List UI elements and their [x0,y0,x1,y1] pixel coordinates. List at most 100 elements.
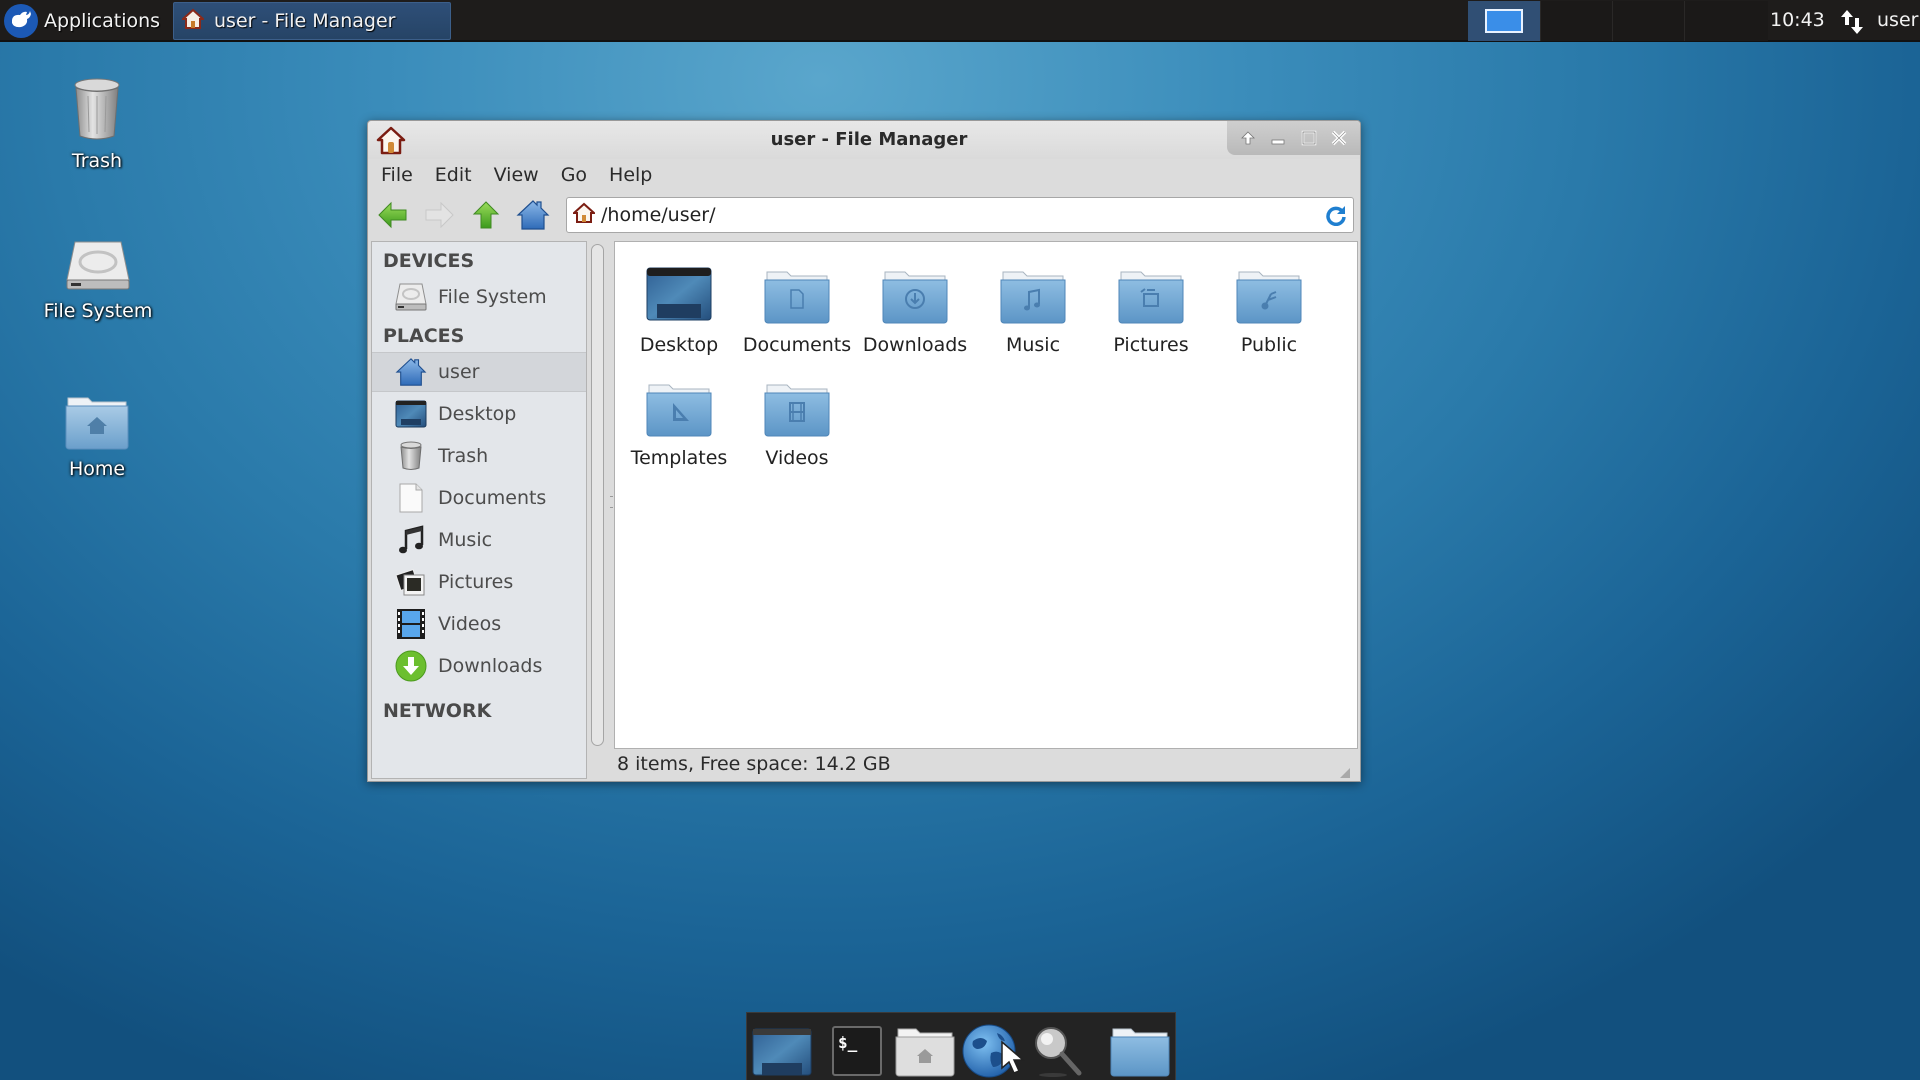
workspace-4-button[interactable] [1684,1,1768,41]
sidebar-scrollbar[interactable] [591,244,604,746]
dock-folder[interactable] [1107,1023,1173,1079]
sidebar-item-music[interactable]: Music [372,520,586,560]
minimize-icon [1271,139,1285,145]
sidebar-heading-devices: DEVICES [383,250,475,272]
sidebar: DEVICES File System PLACES user Desktop … [371,241,587,779]
desktop-icon-trash[interactable]: Trash [27,76,167,172]
file-item-label: Music [1005,334,1061,356]
dock-web-browser[interactable] [959,1023,1019,1079]
trash-icon [74,78,120,140]
file-item-downloads[interactable]: Downloads [856,264,974,356]
pictures-folder-icon [1118,271,1184,324]
videos-folder-icon [764,384,830,437]
sidebar-item-label: Music [438,529,493,551]
file-item-documents[interactable]: Documents [738,264,856,356]
desktop-icon-home[interactable]: Home [27,392,167,480]
sidebar-item-documents[interactable]: Documents [372,478,586,518]
sidebar-item-pictures[interactable]: Pictures [372,562,586,602]
file-view[interactable]: Desktop Documents Downloads Music Pictur… [614,241,1358,749]
sidebar-item-file-system[interactable]: File System [372,277,586,317]
resize-grip-icon[interactable] [1340,763,1350,778]
file-item-templates[interactable]: Templates [620,377,738,469]
network-arrows-icon[interactable] [1840,8,1866,36]
file-item-label: Downloads [862,334,968,356]
file-item-desktop[interactable]: Desktop [620,264,738,356]
home-folder-icon [65,397,129,450]
shade-button[interactable] [1236,126,1260,150]
public-folder-icon [1236,271,1302,324]
sidebar-item-videos[interactable]: Videos [372,604,586,644]
dock-app-finder[interactable] [1027,1023,1087,1079]
hard-drive-icon [66,241,130,290]
taskbar-window-button[interactable]: user - File Manager [173,2,451,40]
magnifier-icon [1035,1027,1082,1077]
download-icon [394,649,428,683]
taskbar-window-label: user - File Manager [214,10,396,32]
sidebar-item-label: Desktop [438,403,517,425]
file-item-label: Videos [765,447,829,469]
reload-button[interactable] [1321,200,1351,230]
back-arrow-icon [378,201,407,229]
status-text: 8 items, Free space: 14.2 GB [617,753,891,775]
globe-icon [962,1024,1016,1078]
toolbar [368,193,1360,237]
file-item-label: Desktop [639,334,719,356]
music-note-icon [394,523,428,557]
terminal-icon: $_ [832,1026,882,1076]
home-folder-icon [895,1028,955,1077]
hard-drive-icon [394,280,428,314]
dock-terminal[interactable]: $_ [827,1023,887,1079]
maximize-button[interactable] [1297,126,1321,150]
sidebar-item-desktop[interactable]: Desktop [372,394,586,434]
home-icon [180,8,206,35]
xfce-mouse-logo-icon [4,4,38,38]
top-panel: Applications user - File Manager 10:43 u… [0,0,1920,42]
menu-go[interactable]: Go [561,164,587,186]
sidebar-item-downloads[interactable]: Downloads [372,646,586,686]
sidebar-heading-network: NETWORK [383,700,492,722]
file-item-label: Pictures [1113,334,1189,356]
window-controls [1227,121,1360,155]
file-item-label: Templates [630,447,728,469]
file-item-videos[interactable]: Videos [738,377,856,469]
close-button[interactable] [1327,126,1351,150]
dock-file-manager[interactable] [895,1023,955,1079]
location-input[interactable] [601,204,1321,226]
applications-menu-button[interactable]: Applications [0,0,162,42]
home-button[interactable] [514,197,552,233]
minimize-button[interactable] [1266,126,1290,150]
up-button[interactable] [467,197,505,233]
menu-file[interactable]: File [381,164,413,186]
menu-help[interactable]: Help [609,164,652,186]
dock-show-desktop[interactable] [747,1023,817,1079]
desktop-icon [394,397,428,431]
home-icon [394,355,428,389]
sidebar-item-label: Trash [438,445,489,467]
downloads-folder-icon [882,271,948,324]
folder-icon [1110,1028,1170,1077]
document-icon [394,481,428,515]
workspace-2-button[interactable] [1540,1,1612,41]
user-menu[interactable]: user [1877,9,1918,31]
file-item-music[interactable]: Music [974,264,1092,356]
file-item-pictures[interactable]: Pictures [1092,264,1210,356]
menu-edit[interactable]: Edit [435,164,472,186]
applications-label: Applications [44,10,161,32]
desktop-icon-label: File System [43,300,153,322]
sidebar-item-trash[interactable]: Trash [372,436,586,476]
maximize-icon [1301,130,1316,146]
workspace-3-button[interactable] [1612,1,1684,41]
workspace-1-button[interactable] [1468,1,1540,41]
sidebar-item-user[interactable]: user [372,352,586,392]
forward-button[interactable] [420,197,458,233]
desktop-icon-file-system[interactable]: File System [28,238,168,322]
show-desktop-icon [752,1028,812,1076]
pictures-icon [394,565,428,599]
back-button[interactable] [374,197,412,233]
close-icon [1331,130,1347,146]
clock[interactable]: 10:43 [1770,9,1825,31]
file-item-public[interactable]: Public [1210,264,1328,356]
file-item-label: Public [1240,334,1298,356]
menu-view[interactable]: View [494,164,539,186]
window-titlebar[interactable]: user - File Manager [368,121,1360,159]
